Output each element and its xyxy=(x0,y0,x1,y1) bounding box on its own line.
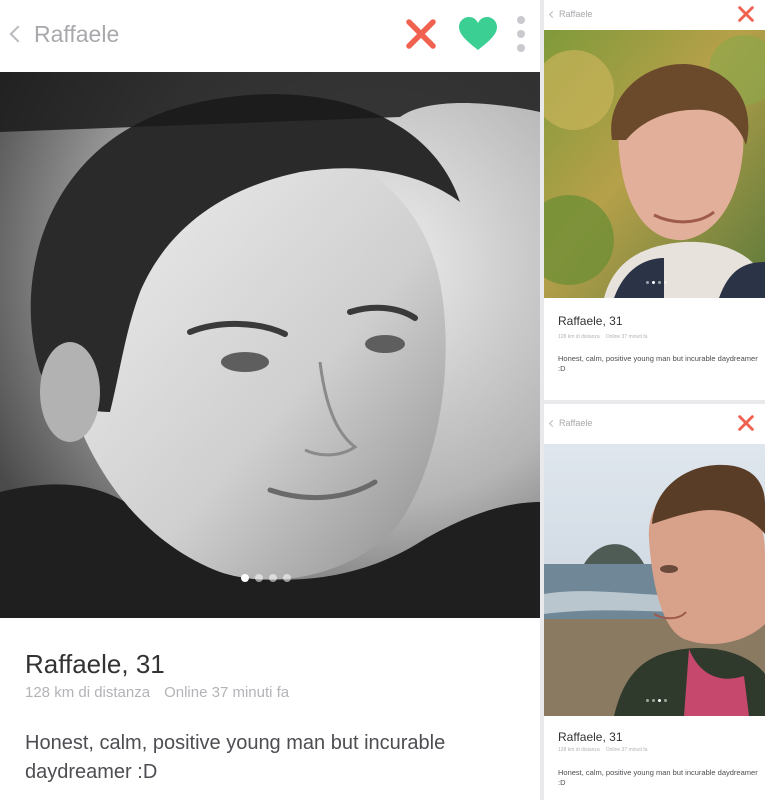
pagination-dot[interactable] xyxy=(255,574,263,582)
profile-name-age: Raffaele, 31 xyxy=(558,730,623,744)
back-button[interactable]: Raffaele xyxy=(546,9,592,19)
x-icon xyxy=(738,415,754,431)
pagination-dot[interactable] xyxy=(652,281,655,284)
back-button[interactable]: Raffaele xyxy=(546,418,592,428)
pagination-dot[interactable] xyxy=(658,281,661,284)
chevron-left-icon xyxy=(548,10,557,18)
profile-meta: 128 km di distanza Online 37 minuti fa xyxy=(558,334,647,340)
profile-header: Raffaele xyxy=(0,0,540,68)
profile-photo[interactable] xyxy=(0,72,540,618)
pagination-dot[interactable] xyxy=(664,281,667,284)
back-button[interactable]: Raffaele xyxy=(6,21,119,48)
x-icon xyxy=(738,6,754,22)
x-icon xyxy=(406,19,436,49)
portrait-image xyxy=(0,72,540,618)
profile-meta: 128 km di distanza Online 37 minuti fa xyxy=(558,747,647,753)
profile-photo[interactable] xyxy=(544,444,765,716)
pagination-dot[interactable] xyxy=(652,699,655,702)
back-label: Raffaele xyxy=(34,20,120,47)
profile-panel-side-2: Raffaele Raffaele, 31 128 km di distanza… xyxy=(544,404,765,800)
back-label: Raffaele xyxy=(559,9,593,19)
profile-header: Raffaele xyxy=(544,404,765,442)
profile-name-age: Raffaele, 31 xyxy=(558,314,623,328)
chevron-left-icon xyxy=(548,419,557,427)
distance-text: 128 km di distanza xyxy=(558,334,600,340)
heart-icon xyxy=(459,17,497,50)
profile-bio: Honest, calm, positive young man but inc… xyxy=(558,354,758,373)
profile-panel-main: Raffaele Raffaele, 31 128 km di distanza… xyxy=(0,0,540,800)
pagination-dot[interactable] xyxy=(269,574,277,582)
last-online-text: Online 37 minuti fa xyxy=(605,747,648,753)
dislike-button[interactable] xyxy=(737,414,755,432)
profile-header: Raffaele xyxy=(544,0,765,28)
profile-meta: 128 km di distanza Online 37 minuti fa xyxy=(25,684,289,701)
photo-pagination[interactable] xyxy=(646,699,667,702)
like-button[interactable] xyxy=(458,16,498,52)
profile-panel-side-1: Raffaele Raffaele, 31 128 km di distanza… xyxy=(544,0,765,400)
profile-name-age: Raffaele, 31 xyxy=(25,649,165,679)
pagination-dot[interactable] xyxy=(283,574,291,582)
dislike-button[interactable] xyxy=(404,17,438,51)
pagination-dot[interactable] xyxy=(241,574,249,582)
portrait-image xyxy=(544,30,765,298)
portrait-image xyxy=(544,444,765,716)
photo-pagination[interactable] xyxy=(646,281,667,284)
back-label: Raffaele xyxy=(559,418,593,428)
profile-bio: Honest, calm, positive young man but inc… xyxy=(25,732,446,783)
last-online-text: Online 37 minuti fa xyxy=(605,334,648,340)
distance-text: 128 km di distanza xyxy=(25,684,151,701)
vertical-dots-icon xyxy=(517,16,525,52)
chevron-left-icon xyxy=(9,25,27,43)
photo-pagination[interactable] xyxy=(241,574,291,582)
pagination-dot[interactable] xyxy=(646,281,649,284)
distance-text: 128 km di distanza xyxy=(558,747,600,753)
pagination-dot[interactable] xyxy=(658,699,661,702)
pagination-dot[interactable] xyxy=(646,699,649,702)
profile-bio: Honest, calm, positive young man but inc… xyxy=(558,768,758,787)
last-online-text: Online 37 minuti fa xyxy=(164,684,290,701)
more-options-button[interactable] xyxy=(516,15,526,53)
pagination-dot[interactable] xyxy=(664,699,667,702)
profile-photo[interactable] xyxy=(544,30,765,298)
dislike-button[interactable] xyxy=(737,5,755,23)
